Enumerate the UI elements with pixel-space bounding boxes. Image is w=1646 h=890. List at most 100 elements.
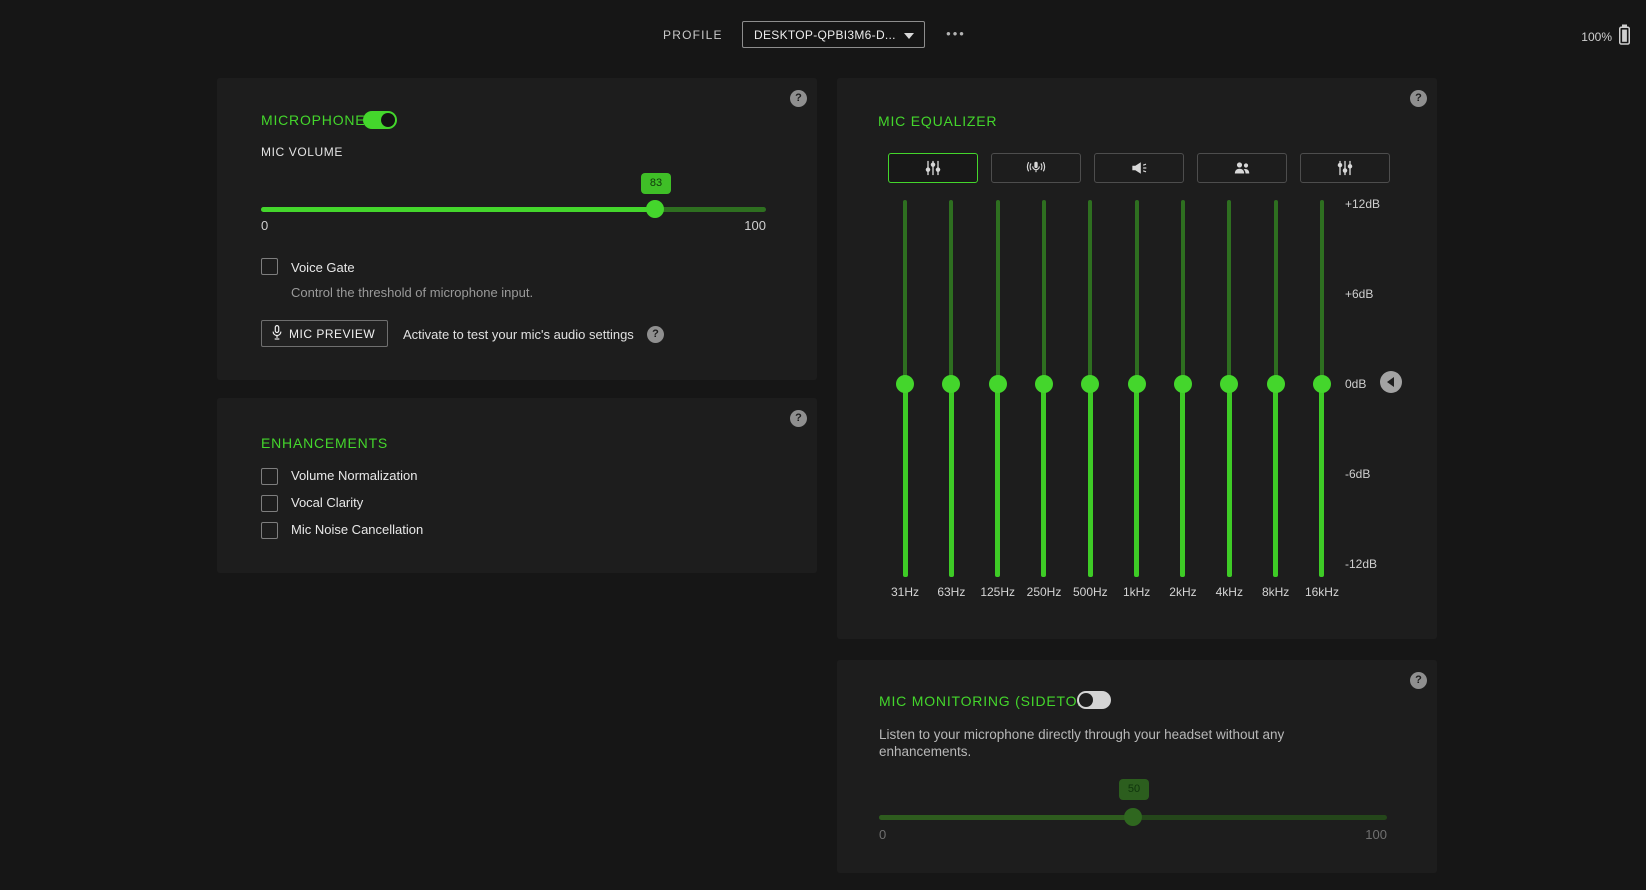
sidetone-value-badge: 50 [1119, 779, 1149, 800]
help-icon[interactable]: ? [790, 90, 807, 107]
enhancements-panel: ? ENHANCEMENTS Volume Normalization Vocal… [217, 398, 817, 573]
eq-band-track[interactable] [1041, 200, 1046, 384]
eq-band-knob-31hz[interactable] [896, 375, 914, 393]
eq-tab-megaphone[interactable] [1094, 153, 1184, 183]
eq-band-knob-1khz[interactable] [1127, 375, 1146, 393]
eq-band-track[interactable] [1087, 384, 1093, 577]
profile-dropdown-value: DESKTOP-QPBI3M6-D... [754, 28, 896, 42]
help-icon[interactable]: ? [790, 410, 807, 427]
collapse-scale-button[interactable] [1380, 371, 1402, 393]
sidetone-slider-knob[interactable] [1124, 808, 1142, 826]
help-icon[interactable]: ? [647, 326, 664, 343]
microphone-panel-title: MICROPHONE [261, 112, 366, 128]
sidetone-max-label: 100 [1365, 827, 1387, 842]
enhancement-mic-noise-cancellation[interactable]: Mic Noise Cancellation [261, 521, 423, 539]
profile-label: PROFILE [663, 28, 723, 42]
eq-tab-sliders[interactable] [1300, 153, 1390, 183]
mic-volume-slider-knob[interactable] [646, 200, 664, 218]
checkbox[interactable] [261, 494, 278, 512]
mic-monitoring-panel-title: MIC MONITORING (SIDETONE) [879, 693, 1104, 709]
eq-db-scale-label: +6dB [1345, 287, 1374, 301]
eq-band-knob-4khz[interactable] [1220, 375, 1239, 393]
mic-monitoring-panel: ? MIC MONITORING (SIDETONE) Listen to yo… [837, 660, 1437, 873]
checkbox[interactable] [261, 521, 278, 539]
voice-gate-description: Control the threshold of microphone inpu… [291, 285, 534, 300]
eq-band-track[interactable] [1319, 200, 1324, 384]
eq-band-track[interactable] [1088, 200, 1093, 384]
eq-tab-mic-broadcast[interactable] [991, 153, 1081, 183]
mic-preview-button[interactable]: MIC PREVIEW [261, 320, 389, 347]
mic-broadcast-icon [1024, 158, 1048, 178]
microphone-toggle[interactable] [363, 111, 397, 129]
eq-band-knob-16khz[interactable] [1312, 375, 1331, 393]
eq-tab-equalizer[interactable] [888, 153, 978, 183]
eq-band-knob-63hz[interactable] [942, 375, 961, 393]
megaphone-icon [1128, 158, 1150, 178]
eq-band-knob-500hz[interactable] [1081, 375, 1100, 393]
chevron-down-icon [904, 33, 914, 39]
checkbox[interactable] [261, 467, 278, 485]
eq-band-track[interactable] [1180, 384, 1186, 577]
eq-band-track[interactable] [1273, 384, 1279, 577]
enhancement-vocal-clarity[interactable]: Vocal Clarity [261, 494, 363, 512]
mic-monitoring-toggle[interactable] [1077, 691, 1111, 709]
eq-band-knob-250hz[interactable] [1034, 375, 1053, 393]
help-icon[interactable]: ? [1410, 90, 1427, 107]
eq-band-track[interactable] [949, 200, 954, 384]
voice-gate-label[interactable]: Voice Gate [291, 259, 355, 277]
chevron-left-icon [1386, 377, 1394, 387]
mic-volume-label: MIC VOLUME [261, 145, 344, 159]
mic-monitoring-description: Listen to your microphone directly throu… [879, 727, 1285, 759]
eq-tab-people[interactable] [1197, 153, 1287, 183]
battery-percent: 100% [1581, 30, 1612, 44]
sidetone-slider-fill [879, 815, 1133, 820]
eq-band-knob-125hz[interactable] [988, 375, 1007, 393]
mic-preview-button-label: MIC PREVIEW [289, 326, 376, 341]
eq-band-track[interactable] [995, 200, 1000, 384]
eq-db-scale-label: -6dB [1345, 467, 1371, 481]
sidetone-slider[interactable] [879, 808, 1387, 826]
eq-band-knob-2khz[interactable] [1173, 375, 1192, 393]
enhancement-volume-normalization[interactable]: Volume Normalization [261, 467, 417, 485]
eq-band-track[interactable] [1273, 200, 1278, 384]
sliders-icon [1334, 158, 1356, 178]
mic-volume-min-label: 0 [261, 218, 269, 233]
eq-band-track[interactable] [995, 384, 1001, 577]
eq-band-track[interactable] [1226, 384, 1232, 577]
checkbox-label: Vocal Clarity [291, 495, 364, 510]
help-icon[interactable]: ? [1410, 672, 1427, 689]
battery-icon [1618, 24, 1631, 50]
eq-band-track[interactable] [902, 384, 908, 577]
mic-volume-value-badge: 83 [641, 173, 671, 194]
battery-indicator: 100% [1581, 24, 1631, 50]
mic-preview-hint: Activate to test your mic's audio settin… [403, 327, 634, 342]
mic-equalizer-panel-title: MIC EQUALIZER [878, 113, 998, 129]
profile-dropdown[interactable]: DESKTOP-QPBI3M6-D... [742, 21, 925, 48]
eq-band-track[interactable] [1134, 200, 1139, 384]
eq-db-scale-label: +12dB [1345, 197, 1381, 211]
eq-band-track[interactable] [1180, 200, 1185, 384]
people-icon [1231, 158, 1253, 178]
eq-band-knob-8khz[interactable] [1266, 375, 1285, 393]
mic-volume-slider[interactable] [261, 200, 766, 218]
eq-freq-label: 16kHz [1304, 585, 1339, 599]
eq-band-track[interactable] [1134, 384, 1140, 577]
mic-equalizer-panel: ? MIC EQUALIZER 31Hz 63Hz 125Hz 250Hz 500Hz 1… [837, 78, 1437, 639]
razer-synapse-window: PROFILE DESKTOP-QPBI3M6-D... ••• 100% ? … [0, 0, 1646, 890]
equalizer-icon [922, 158, 944, 178]
eq-band-track[interactable] [903, 200, 907, 384]
enhancements-panel-title: ENHANCEMENTS [261, 435, 389, 451]
microphone-panel: ? MICROPHONE MIC VOLUME 83 0 100 Voice G… [217, 78, 817, 380]
toggle-knob [381, 113, 395, 127]
mic-volume-slider-fill [261, 207, 655, 212]
microphone-icon [271, 324, 283, 344]
eq-band-track[interactable] [948, 384, 954, 577]
profile-more-button[interactable]: ••• [941, 26, 971, 42]
checkbox-label: Volume Normalization [291, 468, 418, 483]
checkbox-label: Mic Noise Cancellation [291, 522, 424, 537]
sidetone-min-label: 0 [879, 827, 887, 842]
eq-band-track[interactable] [1319, 384, 1325, 577]
voice-gate-checkbox[interactable] [261, 258, 278, 275]
eq-band-track[interactable] [1041, 384, 1047, 577]
eq-band-track[interactable] [1227, 200, 1232, 384]
